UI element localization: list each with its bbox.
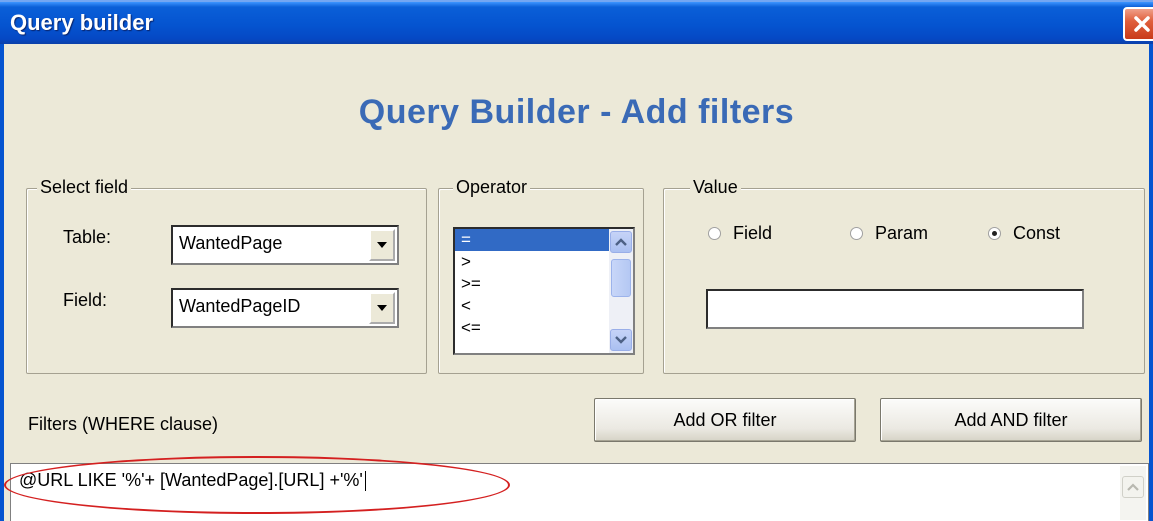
table-label: Table:: [63, 227, 112, 247]
operator-legend: Operator: [453, 177, 531, 198]
filters-textarea[interactable]: @URL LIKE '%'+ [WantedPage].[URL] +'%': [10, 463, 1149, 521]
page-heading: Query Builder - Add filters: [358, 93, 795, 131]
operator-item[interactable]: =: [455, 229, 633, 251]
param-radio-label: Param: [875, 223, 929, 243]
chevron-down-icon: [615, 336, 627, 344]
chevron-up-icon: [1127, 483, 1139, 491]
scroll-down-button[interactable]: [610, 329, 632, 351]
filters-label: Filters (WHERE clause): [28, 414, 219, 434]
field-select-value: WantedPageID: [179, 296, 301, 316]
add-and-filter-button[interactable]: Add AND filter: [880, 398, 1142, 442]
operator-item[interactable]: <=: [455, 317, 633, 339]
table-select-value: WantedPage: [179, 233, 283, 253]
chevron-up-icon: [615, 238, 627, 246]
scroll-thumb[interactable]: [611, 259, 631, 297]
table-select[interactable]: WantedPage: [171, 225, 399, 265]
operator-scrollbar[interactable]: [609, 229, 633, 353]
select-field-legend: Select field: [37, 177, 132, 198]
param-radio[interactable]: Param: [850, 223, 928, 244]
field-select[interactable]: WantedPageID: [171, 288, 399, 328]
scroll-up-button[interactable]: [610, 231, 632, 253]
title-bar[interactable]: Query builder: [0, 0, 1153, 44]
chevron-down-icon: [377, 242, 387, 248]
add-or-filter-button[interactable]: Add OR filter: [594, 398, 856, 442]
field-label: Field:: [63, 290, 108, 310]
operator-item[interactable]: >: [455, 251, 633, 273]
operator-item[interactable]: >=: [455, 273, 633, 295]
operator-item[interactable]: <: [455, 295, 633, 317]
table-dropdown-button[interactable]: [369, 229, 395, 261]
operator-group: Operator = > >= < <=: [438, 177, 644, 374]
radio-indicator: [988, 227, 1001, 240]
window-title: Query builder: [10, 10, 154, 35]
filter-expression-text: @URL LIKE '%'+ [WantedPage].[URL] +'%': [19, 470, 363, 490]
select-field-group: Select field Table: WantedPage Field: Wa…: [26, 177, 427, 374]
field-radio[interactable]: Field: [708, 223, 772, 244]
value-legend: Value: [690, 177, 741, 198]
value-input[interactable]: [706, 289, 1084, 329]
scroll-up-button[interactable]: [1122, 476, 1144, 498]
const-radio[interactable]: Const: [988, 223, 1060, 244]
field-radio-label: Field: [733, 223, 773, 243]
close-button[interactable]: [1123, 7, 1153, 41]
filter-expression: @URL LIKE '%'+ [WantedPage].[URL] +'%': [19, 470, 366, 492]
filters-scrollbar[interactable]: [1120, 466, 1146, 520]
value-group: Value Field Param Const: [663, 177, 1145, 374]
chevron-down-icon: [377, 305, 387, 311]
operator-list[interactable]: = > >= < <=: [453, 227, 635, 355]
const-radio-label: Const: [1013, 223, 1061, 243]
text-caret: [364, 471, 366, 492]
radio-indicator: [850, 227, 863, 240]
field-dropdown-button[interactable]: [369, 292, 395, 324]
close-icon: [1134, 16, 1150, 32]
radio-indicator: [708, 227, 721, 240]
